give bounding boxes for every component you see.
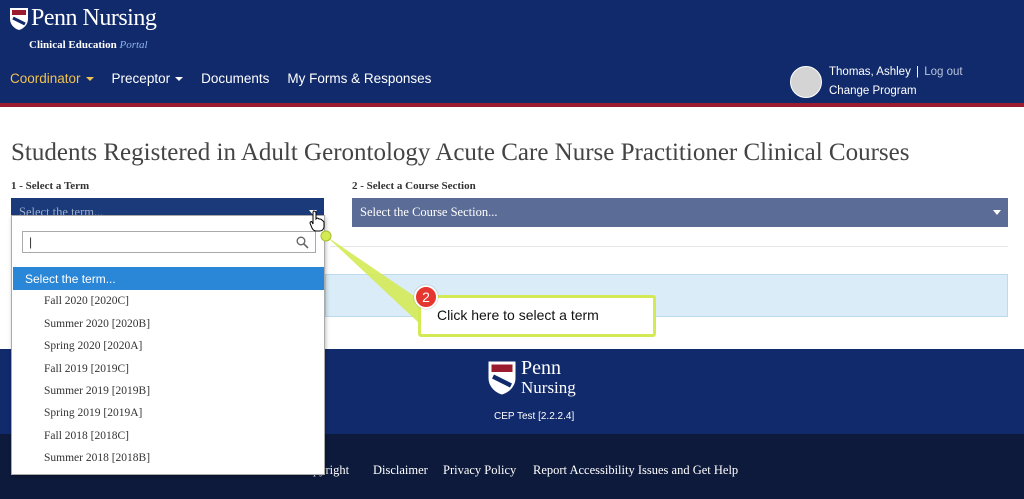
hand-cursor-icon xyxy=(309,210,325,232)
step-badge: 2 xyxy=(414,285,438,309)
callout-text: Click here to select a term xyxy=(437,307,599,323)
callout-box: Click here to select a term xyxy=(418,295,656,337)
callout-connector xyxy=(320,230,420,324)
